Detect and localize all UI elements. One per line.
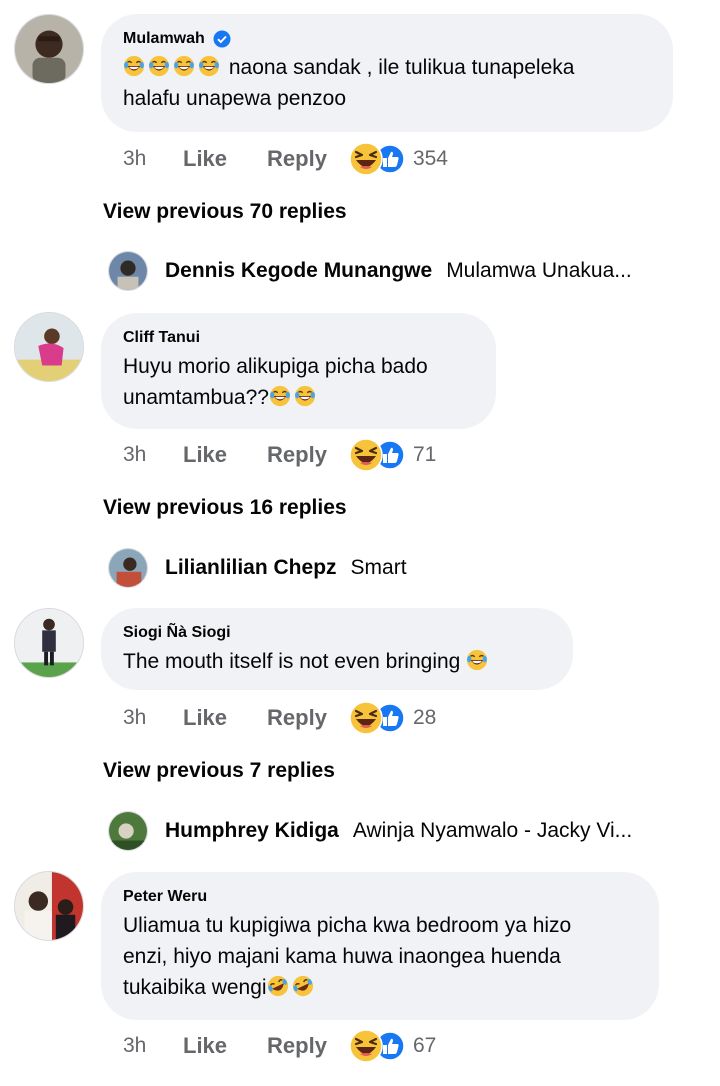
- comment-author[interactable]: Cliff Tanui: [123, 327, 200, 349]
- reply-author[interactable]: Lilianlilian Chepz: [165, 556, 337, 580]
- comment-time[interactable]: 3h: [123, 147, 183, 171]
- reply-text: Awinja Nyamwalo - Jacky Vi...: [352, 819, 633, 842]
- comment-text: Huyu morio alikupiga picha bado: [123, 355, 428, 378]
- reply-author[interactable]: Humphrey Kidiga: [165, 819, 339, 843]
- comment-text: enzi, hiyo majani kama huwa inaongea hue…: [123, 945, 561, 968]
- haha-reaction-icon: [349, 701, 383, 735]
- haha-reaction-icon: [349, 1029, 383, 1063]
- haha-reaction-icon: [349, 142, 383, 176]
- comment-actions: 3h Like Reply 354: [123, 139, 448, 179]
- comment-bubble: Siogi Ñà Siogi The mouth itself is not e…: [101, 608, 573, 690]
- joy-emoji-icon: [269, 385, 291, 407]
- reaction-count: 67: [412, 1034, 437, 1057]
- comment-text: naona sandak , ile tulikua tunapeleka: [228, 56, 575, 79]
- haha-reaction-icon: [349, 438, 383, 472]
- reaction-count: 71: [412, 443, 437, 466]
- reply-button[interactable]: Reply: [267, 146, 327, 172]
- reply-button[interactable]: Reply: [267, 1033, 327, 1059]
- avatar[interactable]: [14, 14, 84, 84]
- reactions-summary[interactable]: 67: [349, 1029, 436, 1063]
- comment-text: The mouth itself is not even bringing: [123, 650, 461, 673]
- reactions-summary[interactable]: 28: [349, 701, 436, 735]
- reply-author[interactable]: Dennis Kegode Munangwe: [165, 259, 432, 283]
- joy-emoji-icon: [198, 55, 220, 77]
- comment-time[interactable]: 3h: [123, 443, 183, 467]
- reactions-summary[interactable]: 71: [349, 438, 436, 472]
- comment-author[interactable]: Mulamwah: [123, 28, 205, 50]
- like-button[interactable]: Like: [183, 442, 227, 468]
- avatar[interactable]: [14, 871, 84, 941]
- reply-preview[interactable]: Dennis Kegode Munangwe Mulamwa Unakua...: [108, 250, 708, 292]
- view-previous-replies[interactable]: View previous 16 replies: [103, 496, 347, 520]
- comment-author[interactable]: Peter Weru: [123, 886, 207, 908]
- reply-preview[interactable]: Lilianlilian Chepz Smart: [108, 547, 708, 589]
- reaction-count: 28: [412, 706, 437, 729]
- avatar: [108, 811, 148, 851]
- reply-text: Mulamwa Unakua...: [446, 259, 632, 282]
- reply-text: Smart: [350, 556, 407, 579]
- rofl-emoji-icon: [292, 975, 314, 997]
- comment-text: tukaibika wengi: [123, 976, 267, 999]
- comment-actions: 3h Like Reply 71: [123, 435, 436, 475]
- comment-bubble: Cliff Tanui Huyu morio alikupiga picha b…: [101, 313, 496, 429]
- reaction-count: 354: [412, 147, 448, 170]
- reply-button[interactable]: Reply: [267, 442, 327, 468]
- joy-emoji-icon: [148, 55, 170, 77]
- reply-button[interactable]: Reply: [267, 705, 327, 731]
- comment-time[interactable]: 3h: [123, 706, 183, 730]
- like-button[interactable]: Like: [183, 705, 227, 731]
- joy-emoji-icon: [173, 55, 195, 77]
- comment-text: Uliamua tu kupigiwa picha kwa bedroom ya…: [123, 914, 572, 937]
- comment-time[interactable]: 3h: [123, 1034, 183, 1058]
- comment-text: unamtambua??: [123, 386, 269, 409]
- verified-badge-icon: [213, 30, 231, 48]
- comment-bubble: Mulamwah naona sandak , ile tulikua tuna…: [101, 14, 673, 132]
- comment-bubble: Peter Weru Uliamua tu kupigiwa picha kwa…: [101, 872, 659, 1020]
- avatar[interactable]: [14, 608, 84, 678]
- view-previous-replies[interactable]: View previous 70 replies: [103, 200, 347, 224]
- avatar: [108, 251, 148, 291]
- comment-actions: 3h Like Reply 28: [123, 698, 436, 738]
- comment-text: halafu unapewa penzoo: [123, 87, 347, 110]
- like-button[interactable]: Like: [183, 1033, 227, 1059]
- reply-preview[interactable]: Humphrey Kidiga Awinja Nyamwalo - Jacky …: [108, 810, 708, 852]
- avatar[interactable]: [14, 312, 84, 382]
- joy-emoji-icon: [466, 649, 488, 671]
- avatar: [108, 548, 148, 588]
- reactions-summary[interactable]: 354: [349, 142, 448, 176]
- rofl-emoji-icon: [267, 975, 289, 997]
- joy-emoji-icon: [123, 55, 145, 77]
- like-button[interactable]: Like: [183, 146, 227, 172]
- joy-emoji-icon: [294, 385, 316, 407]
- view-previous-replies[interactable]: View previous 7 replies: [103, 759, 335, 783]
- comment-author[interactable]: Siogi Ñà Siogi: [123, 622, 231, 644]
- comment-actions: 3h Like Reply 67: [123, 1026, 436, 1066]
